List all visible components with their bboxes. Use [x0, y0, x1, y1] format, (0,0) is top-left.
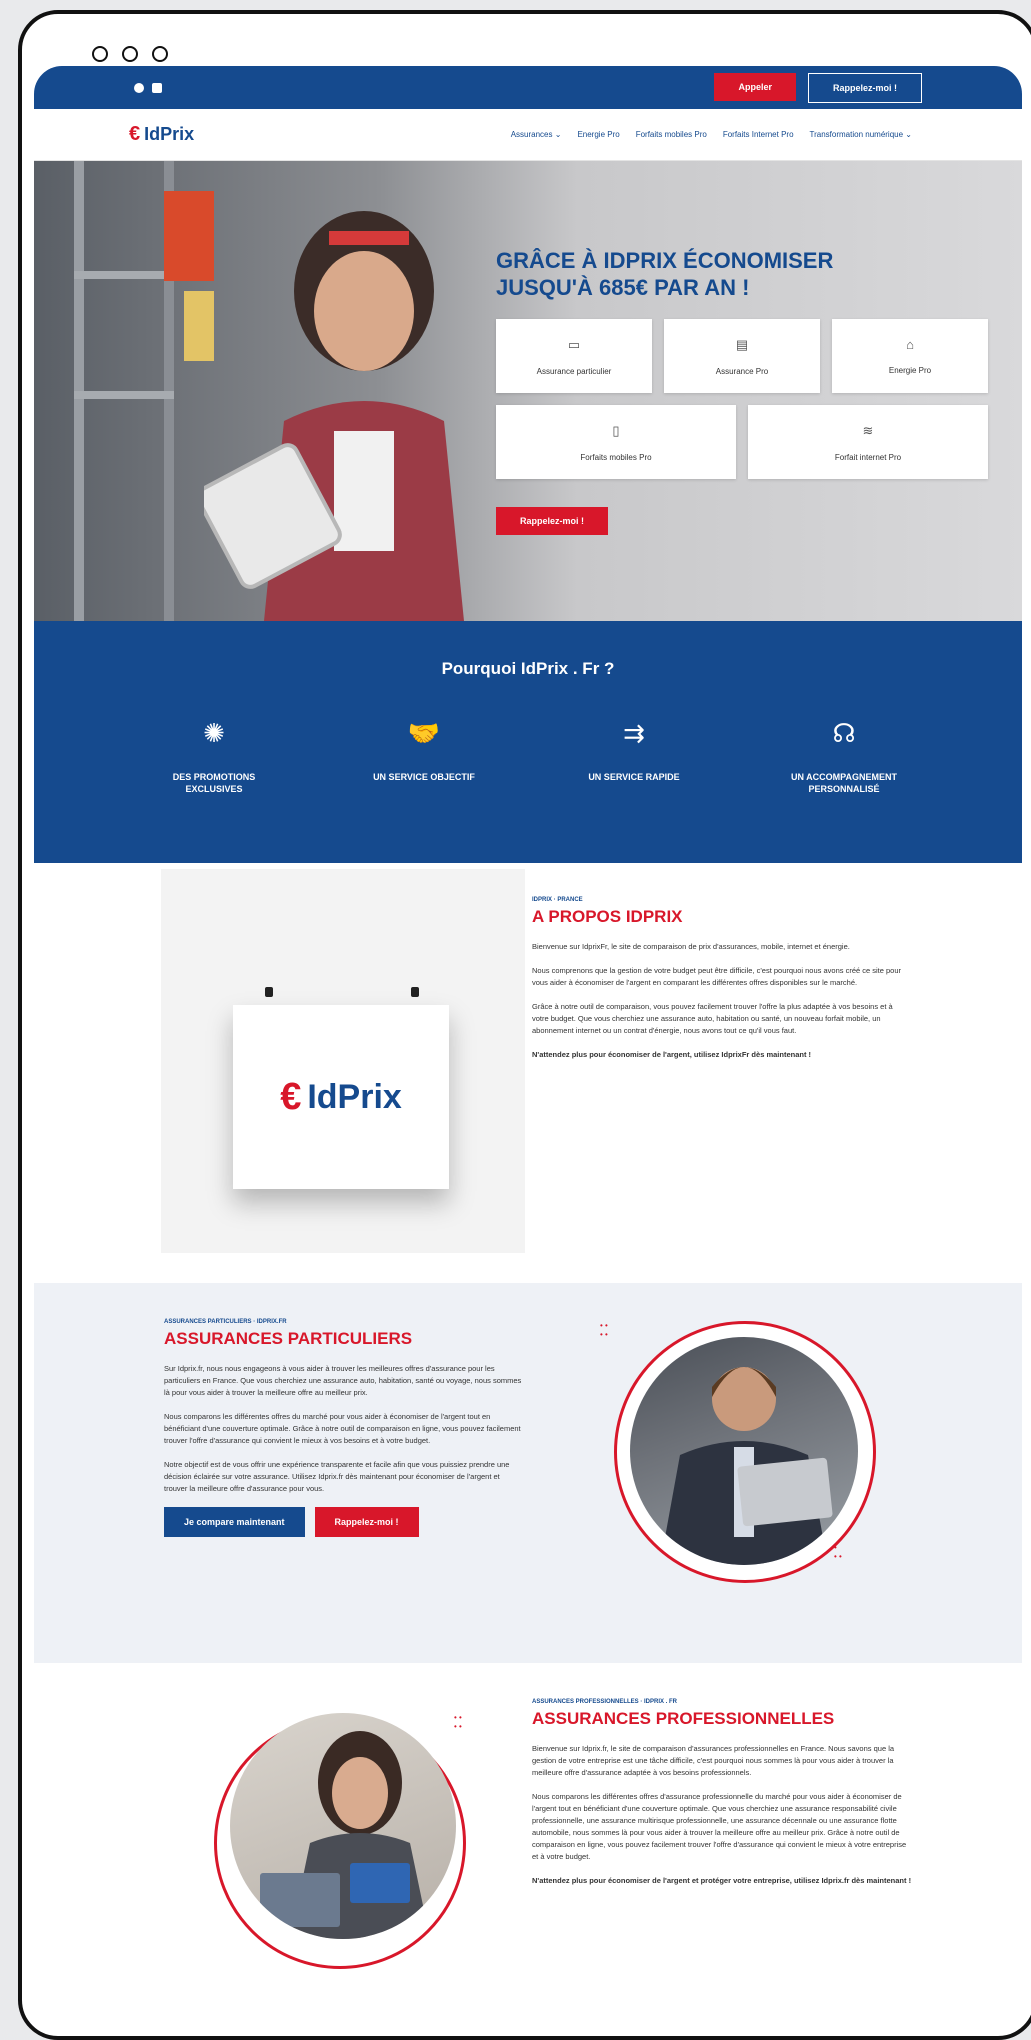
woman-with-tablet-photo [204, 211, 464, 621]
nav-item-transformation[interactable]: Transformation numérique ⌄ [810, 130, 912, 139]
energy-icon: ⌂ [906, 337, 914, 352]
window-dot-1[interactable] [92, 46, 108, 62]
top-bar: Appeler Rappelez-moi ! [34, 66, 1022, 109]
card-forfaits-mobiles[interactable]: ▯ Forfaits mobiles Pro [496, 405, 736, 479]
handshake-icon: 🤝 [407, 717, 441, 748]
particuliers-paragraph: Notre objectif est de vous offrir une ex… [164, 1460, 510, 1493]
particuliers-eyebrow: ASSURANCES PARTICULIERS · IDPRIX.FR [164, 1319, 287, 1325]
decorative-dots: • • • [834, 1543, 842, 1561]
speed-icon: ⇉ [623, 717, 645, 748]
nav-item-forfaits-internet[interactable]: Forfaits Internet Pro [723, 130, 794, 139]
lightbulb-euro-icon: € [280, 1075, 302, 1118]
logo-text: IdPrix [144, 124, 195, 144]
card-assurance-pro[interactable]: ▤ Assurance Pro [664, 319, 820, 393]
particuliers-callback-button[interactable]: Rappelez-moi ! [314, 1507, 419, 1537]
businessman-illustration [660, 1367, 833, 1565]
hero-section: GRÂCE À IDPRIX ÉCONOMISER JUSQU'À 685€ P… [34, 161, 1022, 621]
call-button[interactable]: Appeler [714, 72, 796, 101]
phone-icon: ▯ [612, 422, 620, 438]
window-dot-3[interactable] [152, 46, 168, 62]
window-controls [92, 46, 168, 62]
website: Appeler Rappelez-moi ! € IdPrix Assuranc… [34, 66, 1022, 2016]
hero-callback-button[interactable]: Rappelez-moi ! [496, 507, 609, 535]
service-cards: ▭ Assurance particulier ▤ Assurance Pro … [496, 319, 988, 491]
main-navbar: € IdPrix Assurances ⌄ Energie Pro Forfai… [34, 109, 1022, 161]
wifi-icon: ≋ [862, 422, 874, 438]
about-image: € IdPrix [161, 869, 525, 1253]
facebook-icon[interactable] [134, 82, 144, 93]
decorative-dots: • • • • [600, 1321, 608, 1339]
clipboard-icon: ▤ [735, 336, 749, 352]
pin-right [411, 987, 419, 997]
pro-eyebrow: ASSURANCES PROFESSIONNELLES · IDPRIX . F… [532, 1699, 678, 1705]
idprix-sign: € IdPrix [233, 1005, 449, 1189]
pro-title: ASSURANCES PROFESSIONNELLES [532, 1709, 835, 1728]
document-icon: ▭ [567, 336, 581, 352]
pro-paragraph: Nous comparons les différentes offres d'… [532, 1792, 907, 1861]
about-paragraph: Bienvenue sur IdprixFr, le site de compa… [532, 942, 850, 951]
logo[interactable]: € IdPrix [129, 123, 194, 146]
why-title: Pourquoi IdPrix . Fr ? [441, 659, 615, 678]
about-eyebrow: IDPRIX · PRANCE [532, 897, 583, 903]
businesswoman-photo [230, 1713, 456, 1939]
about-paragraph: Grâce à notre outil de comparaison, vous… [532, 1002, 893, 1035]
nav-menu: Assurances ⌄ Energie Pro Forfaits mobile… [511, 130, 912, 139]
pro-paragraph: Bienvenue sur Idprix.fr, le site de comp… [532, 1744, 895, 1777]
businesswoman-illustration [260, 1731, 430, 1939]
card-energie-pro[interactable]: ⌂ Energie Pro [832, 319, 988, 393]
lightbulb-euro-icon: € [129, 123, 141, 145]
pro-paragraph: N'attendez plus pour économiser de l'arg… [532, 1876, 912, 1885]
window-dot-2[interactable] [122, 46, 138, 62]
particuliers-title: ASSURANCES PARTICULIERS [164, 1329, 413, 1348]
card-forfait-internet[interactable]: ≋ Forfait internet Pro [748, 405, 988, 479]
feature-promotions: ✺ DES PROMOTIONS EXCLUSIVES [144, 711, 284, 795]
card-assurance-particulier[interactable]: ▭ Assurance particulier [496, 319, 652, 393]
particuliers-paragraph: Nous comparons les différentes offres du… [164, 1412, 521, 1445]
about-paragraph: N'attendez plus pour économiser de l'arg… [532, 1050, 812, 1059]
why-section: Pourquoi IdPrix . Fr ? ✺ DES PROMOTIONS … [34, 621, 1022, 863]
pin-left [265, 987, 273, 997]
businessman-laptop-photo [630, 1337, 858, 1565]
nav-item-forfaits-mobiles[interactable]: Forfaits mobiles Pro [636, 130, 707, 139]
feature-rapide: ⇉ UN SERVICE RAPIDE [564, 711, 704, 795]
about-section: € IdPrix IDPRIX · PRANCE A PROPOS IDPRIX… [34, 863, 1022, 1283]
support-icon: ☊ [832, 717, 856, 748]
instagram-icon[interactable] [152, 82, 162, 93]
callback-button[interactable]: Rappelez-moi ! [807, 72, 922, 103]
hero-title: GRÂCE À IDPRIX ÉCONOMISER JUSQU'À 685€ P… [496, 248, 834, 300]
feature-accompagnement: ☊ UN ACCOMPAGNEMENT PERSONNALISÉ [774, 711, 914, 795]
promotion-icon: ✺ [203, 717, 225, 748]
particuliers-paragraph: Sur Idprix.fr, nous nous engageons à vou… [164, 1364, 522, 1397]
nav-item-assurances[interactable]: Assurances ⌄ [511, 130, 562, 139]
ladder-illustration [74, 161, 214, 621]
about-title: A PROPOS IDPRIX [532, 907, 683, 926]
nav-item-energie-pro[interactable]: Energie Pro [577, 130, 619, 139]
about-paragraph: Nous comprenons que la gestion de votre … [532, 966, 902, 987]
assurances-professionnelles-section: • • • • ASSURANCES PROFESSIONNELLES · IDP… [34, 1663, 1022, 2016]
decorative-dots: • • • • [454, 1713, 462, 1731]
feature-objectif: 🤝 UN SERVICE OBJECTIF [354, 711, 494, 795]
compare-now-button[interactable]: Je compare maintenant [164, 1507, 305, 1537]
assurances-particuliers-section: ASSURANCES PARTICULIERS · IDPRIX.FR ASSU… [34, 1283, 1022, 1663]
social-links [134, 82, 162, 93]
